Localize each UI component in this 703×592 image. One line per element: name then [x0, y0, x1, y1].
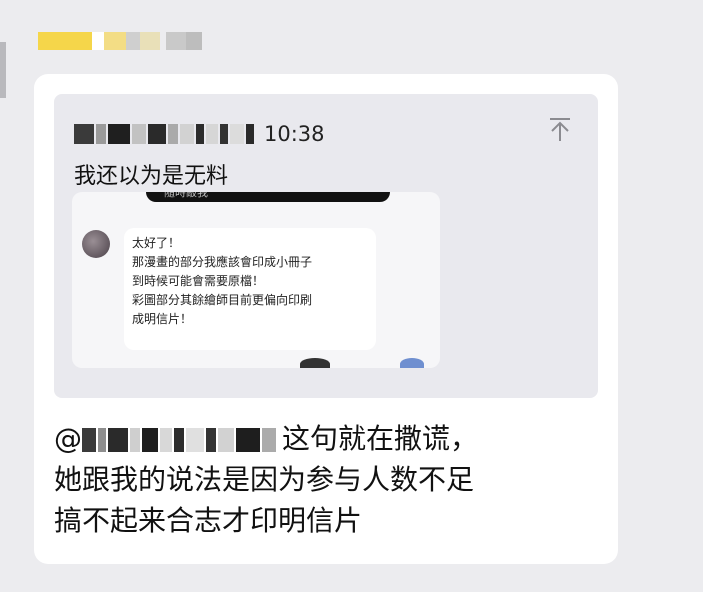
quote-header: 10:38: [74, 120, 325, 148]
message-line-1: @ 这句就在撒谎，: [54, 422, 479, 455]
message-text: @ 这句就在撒谎， 她跟我的说法是因为参与人数不足 搞不起来合志才印明信片: [54, 418, 598, 541]
message-line-2: 她跟我的说法是因为参与人数不足: [54, 463, 475, 496]
sender-name-redacted: [38, 30, 202, 52]
screenshot-top-caption: 隨時敲我: [146, 192, 390, 202]
bubble-line: 到時候可能會需要原檔！: [132, 274, 265, 288]
message-line-3: 搞不起来合志才印明信片: [54, 504, 363, 537]
quoted-time: 10:38: [264, 122, 325, 146]
mention-redacted[interactable]: [82, 425, 278, 455]
screenshot-avatar-fragment: [400, 358, 424, 368]
collapse-up-icon[interactable]: [548, 116, 572, 147]
message-card[interactable]: 10:38 我还以为是无料 隨時敲我 太好了！ 那漫畫的部分我應該會印成小冊子 …: [34, 74, 618, 564]
quoted-message[interactable]: 10:38 我还以为是无料 隨時敲我 太好了！ 那漫畫的部分我應該會印成小冊子 …: [54, 94, 598, 398]
bubble-line: 彩圖部分其餘繪師目前更偏向印刷: [132, 293, 313, 307]
bubble-line: 太好了！: [132, 236, 181, 250]
bubble-line: 成明信片！: [132, 312, 193, 326]
quoted-sender-redacted: [74, 123, 256, 145]
quoted-screenshot[interactable]: 隨時敲我 太好了！ 那漫畫的部分我應該會印成小冊子 到時候可能會需要原檔！ 彩圖…: [72, 192, 440, 368]
bubble-line: 那漫畫的部分我應該會印成小冊子: [132, 255, 313, 269]
quoted-text: 我还以为是无料: [74, 164, 229, 189]
avatar: [82, 230, 110, 258]
chat-bubble: 太好了！ 那漫畫的部分我應該會印成小冊子 到時候可能會需要原檔！ 彩圖部分其餘繪…: [124, 228, 376, 350]
screenshot-avatar-fragment: [300, 358, 330, 368]
left-edge-strip: [0, 42, 6, 98]
